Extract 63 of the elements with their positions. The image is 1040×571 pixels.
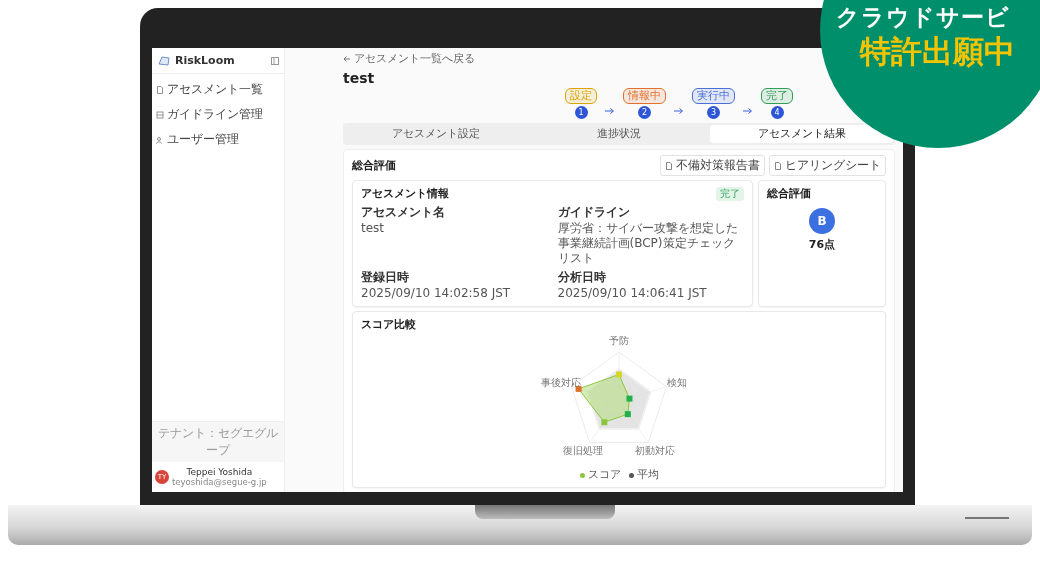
axis-label: 復旧処理 bbox=[563, 445, 604, 457]
tab[interactable]: 進捗状況 bbox=[527, 125, 711, 143]
book-icon bbox=[156, 110, 164, 119]
field-value: test bbox=[361, 221, 386, 236]
card-title: 総合評価 bbox=[767, 186, 811, 201]
field-value: 2025/09/10 14:02:58 JST bbox=[361, 286, 512, 301]
tab[interactable]: アセスメント結果 bbox=[710, 125, 893, 143]
brand-name: RiskLoom bbox=[175, 54, 235, 67]
banner-text: クラウドサービ bbox=[836, 2, 1010, 32]
score-point bbox=[626, 395, 633, 402]
average-area bbox=[588, 369, 650, 429]
step-status-badge: 完了 bbox=[761, 88, 793, 104]
score-value: 76点 bbox=[808, 237, 836, 252]
step-status-badge: 実行中 bbox=[692, 88, 735, 104]
step-status-badge: 設定 bbox=[565, 88, 597, 104]
grade-badge: B bbox=[809, 208, 835, 234]
document-icon bbox=[665, 161, 673, 170]
step-number: 4 bbox=[770, 106, 784, 119]
legend-item: 平均 bbox=[628, 468, 659, 482]
legend-item: スコア bbox=[579, 468, 621, 482]
back-link[interactable]: アセスメント一覧へ戻る bbox=[343, 52, 475, 66]
logo-icon bbox=[157, 54, 171, 67]
sidebar-item[interactable]: ユーザー管理 bbox=[154, 128, 282, 151]
report-button[interactable]: 不備対策報告書 bbox=[660, 155, 765, 176]
users-icon bbox=[156, 135, 164, 144]
step-status-badge: 情報中 bbox=[623, 88, 666, 104]
score-point bbox=[601, 419, 608, 426]
arrow-icon bbox=[674, 106, 684, 115]
field-label: 登録日時 bbox=[361, 269, 410, 286]
step-number: 3 bbox=[707, 106, 720, 119]
score-point bbox=[624, 411, 631, 418]
field-value: 厚労省：サイバー攻撃を想定した事業継続計画(BCP)策定チェックリスト bbox=[557, 221, 739, 266]
field-label: ガイドライン bbox=[557, 204, 631, 221]
status-badge: 完了 bbox=[716, 186, 744, 201]
card-title: スコア比較 bbox=[361, 317, 417, 332]
page-title: test bbox=[343, 70, 376, 86]
card-title: アセスメント情報 bbox=[361, 186, 449, 201]
banner-headline: 特許出願中 bbox=[860, 32, 1015, 70]
axis-label: 検知 bbox=[667, 377, 687, 389]
score-point bbox=[575, 385, 582, 392]
arrow-icon bbox=[743, 106, 753, 115]
tenant-label: テナント：セグエグループ bbox=[152, 421, 284, 462]
sidebar-item[interactable]: アセスメント一覧 bbox=[154, 78, 282, 101]
sidebar-item[interactable]: ガイドライン管理 bbox=[154, 103, 282, 126]
user-email: teyoshida@segue-g.jp bbox=[172, 477, 267, 487]
report-button[interactable]: ヒアリングシート bbox=[769, 155, 886, 176]
back-arrow-icon bbox=[343, 55, 351, 63]
field-value: 2025/09/10 14:06:41 JST bbox=[557, 286, 708, 301]
field-label: 分析日時 bbox=[557, 269, 607, 286]
step-number: 1 bbox=[574, 106, 588, 119]
axis-label: 初動対応 bbox=[634, 445, 675, 457]
section-title: 総合評価 bbox=[352, 158, 396, 173]
arrow-icon bbox=[605, 106, 615, 115]
step-number: 2 bbox=[638, 106, 651, 119]
document-icon bbox=[156, 85, 164, 94]
user-name: Teppei Yoshida bbox=[186, 467, 253, 477]
tab[interactable]: アセスメント設定 bbox=[345, 125, 528, 143]
sidebar-toggle-icon[interactable] bbox=[271, 56, 279, 65]
document-icon bbox=[774, 161, 782, 170]
field-label: アセスメント名 bbox=[361, 204, 446, 221]
axis-label: 予防 bbox=[609, 335, 629, 346]
score-point bbox=[616, 371, 622, 378]
axis-label: 事後対応 bbox=[541, 377, 581, 389]
